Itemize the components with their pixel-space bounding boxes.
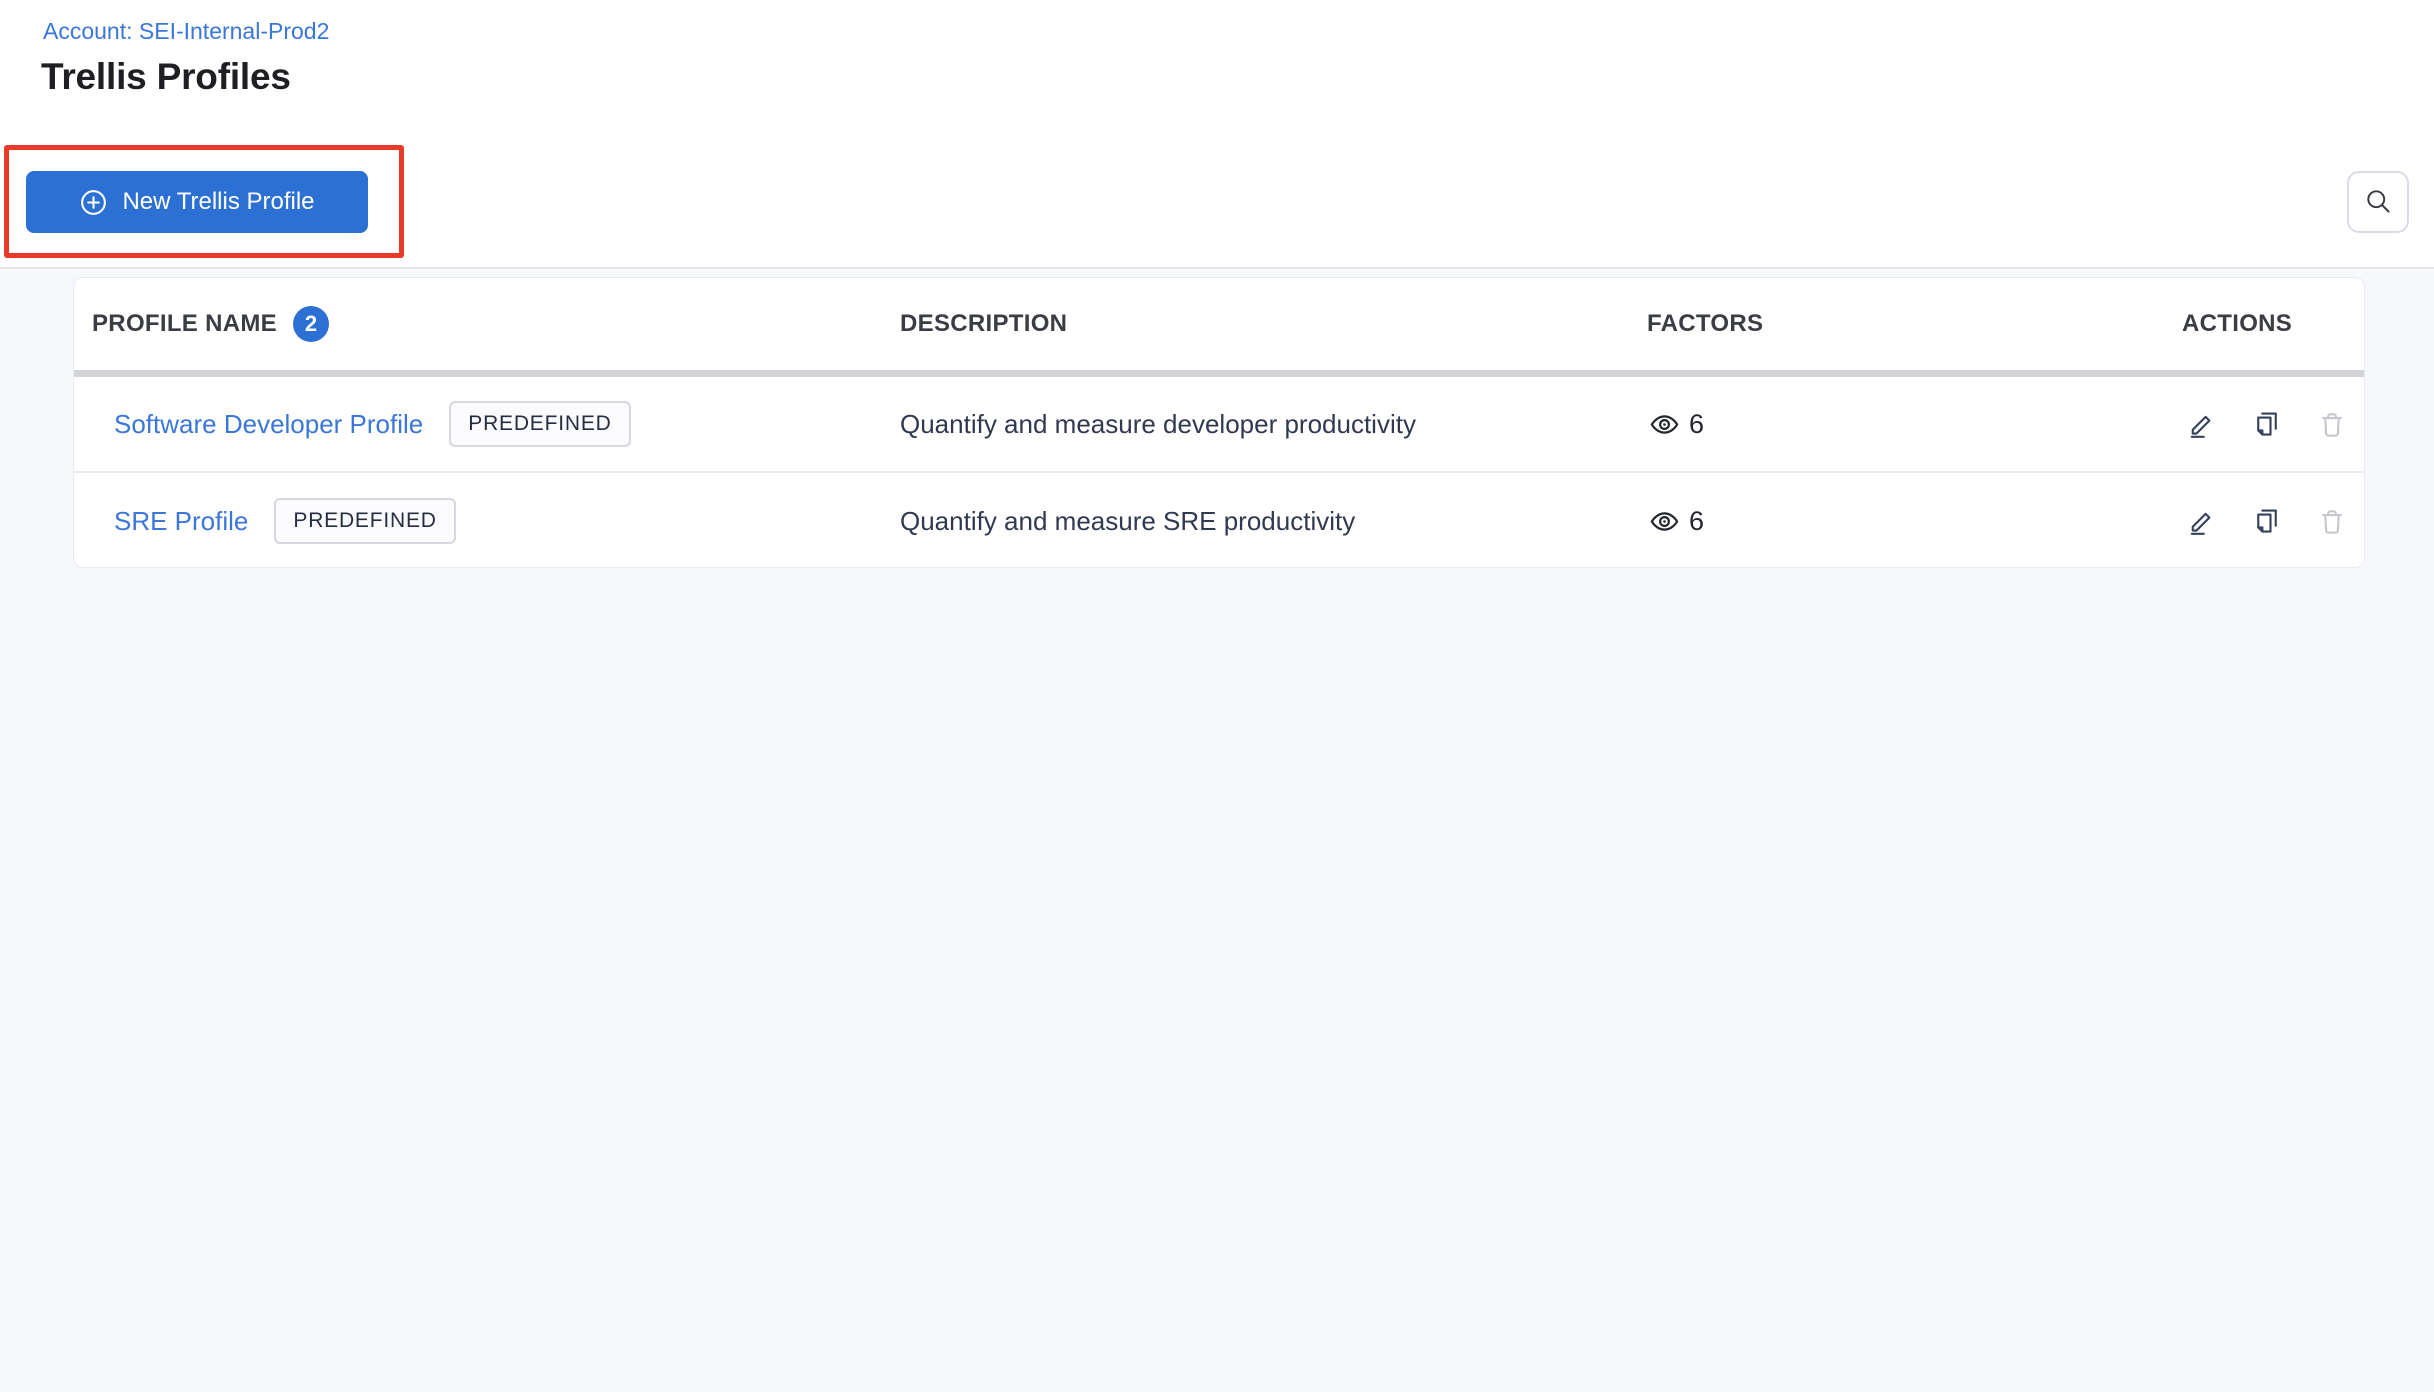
content-area: PROFILE NAME 2 DESCRIPTION FACTORS ACTIO… [0, 269, 2434, 1392]
new-trellis-profile-button-label: New Trellis Profile [122, 188, 315, 215]
eye-icon [1649, 409, 1680, 440]
profile-name-header-label: PROFILE NAME [92, 310, 277, 337]
factors-cell: 6 [1573, 409, 2008, 440]
actions-cell [2008, 408, 2364, 440]
clone-profile-button[interactable] [2251, 408, 2283, 440]
copy-icon [2252, 506, 2282, 536]
delete-profile-button[interactable] [2316, 408, 2348, 440]
edit-profile-button[interactable] [2186, 408, 2218, 440]
profile-count-badge: 2 [292, 306, 329, 342]
trellis-profiles-page: Account: SEI-Internal-Prod2 Trellis Prof… [0, 0, 2434, 1392]
predefined-badge: PREDEFINED [449, 401, 631, 447]
profile-name-cell: SRE Profile PREDEFINED [74, 498, 900, 544]
profile-description: Quantify and measure SRE productivity [900, 505, 1356, 536]
copy-icon [2252, 409, 2282, 439]
profile-link[interactable]: SRE Profile [114, 506, 248, 537]
trash-icon [2317, 409, 2347, 439]
delete-profile-button[interactable] [2316, 505, 2348, 537]
table-header-row: PROFILE NAME 2 DESCRIPTION FACTORS ACTIO… [74, 278, 2364, 370]
column-header-actions: ACTIONS [2182, 310, 2293, 337]
header-divider [74, 370, 2364, 377]
actions-cell [2008, 505, 2364, 537]
new-trellis-profile-button[interactable]: New Trellis Profile [26, 171, 368, 233]
profile-link[interactable]: Software Developer Profile [114, 409, 423, 440]
factors-count: 6 [1689, 505, 1705, 536]
predefined-badge: PREDEFINED [274, 498, 456, 544]
eye-icon [1649, 506, 1680, 537]
factors-count: 6 [1689, 408, 1705, 439]
profile-description: Quantify and measure developer productiv… [900, 408, 1416, 439]
column-header-profile-name: PROFILE NAME 2 [74, 306, 900, 342]
factors-cell: 6 [1573, 506, 2008, 537]
search-button[interactable] [2347, 171, 2409, 233]
account-breadcrumb-link[interactable]: Account: SEI-Internal-Prod2 [43, 18, 329, 45]
page-title: Trellis Profiles [41, 56, 291, 97]
clone-profile-button[interactable] [2251, 505, 2283, 537]
profile-name-cell: Software Developer Profile PREDEFINED [74, 401, 900, 447]
edit-profile-button[interactable] [2186, 505, 2218, 537]
column-header-factors: FACTORS [1647, 310, 1764, 337]
profiles-table: PROFILE NAME 2 DESCRIPTION FACTORS ACTIO… [73, 277, 2365, 568]
edit-pencil-icon [2187, 506, 2217, 536]
edit-pencil-icon [2187, 409, 2217, 439]
plus-circle-icon [79, 188, 108, 217]
table-row: Software Developer Profile PREDEFINED Qu… [74, 377, 2364, 473]
trash-icon [2317, 506, 2347, 536]
column-header-description: DESCRIPTION [900, 310, 1068, 337]
search-icon [2364, 187, 2392, 218]
table-row: SRE Profile PREDEFINED Quantify and meas… [74, 473, 2364, 567]
